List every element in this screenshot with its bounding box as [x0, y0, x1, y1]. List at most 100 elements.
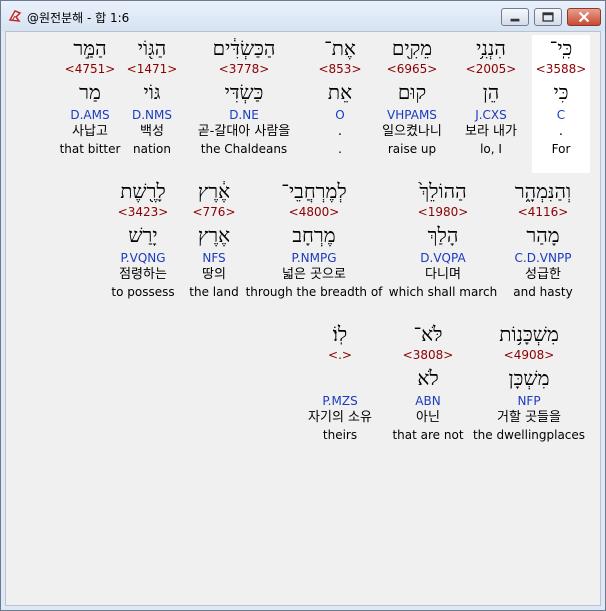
title-bar[interactable]: @원전분해 - 합 1:6 — [1, 1, 605, 31]
strong-number: <3778> — [218, 62, 270, 76]
hebrew-word: מִשְׁכָּנ֥וֹת — [499, 322, 559, 346]
parsing-code: C — [556, 108, 566, 122]
verse-analysis-panel: כִּֽי־ <3588> כִּי C . For הִנְנִ֥י <200… — [5, 31, 601, 606]
hebrew-root: קוּם — [397, 80, 427, 104]
english-gloss: through the breadth of — [245, 285, 383, 299]
word-cell-3[interactable]: מֵקִ֖ים <6965> קוּם VHPAMS 일으켰나니 raise u… — [374, 35, 450, 157]
word-cell-9[interactable]: הַהוֹלֵךְ֙ <1980> הָלַךְ D.VQPA 다니며 whic… — [384, 178, 502, 300]
english-gloss: to possess — [111, 285, 175, 299]
korean-gloss: 아닌 — [416, 410, 440, 425]
english-gloss: and hasty — [513, 285, 573, 299]
korean-gloss: 백성 — [140, 124, 164, 139]
hebrew-root: גּוֹי — [143, 80, 161, 104]
close-icon — [578, 11, 590, 23]
english-gloss: the Chaldeans — [200, 142, 288, 156]
strong-number: <6965> — [386, 62, 438, 76]
korean-gloss: . — [337, 124, 343, 139]
app-window: @원전분해 - 합 1:6 כִּֽי־ <3588> כִּי C . For… — [0, 0, 606, 611]
word-cell-7[interactable]: הַמַּ֣ר <4751> מַר D.AMS 사납고 that bitter — [58, 35, 122, 157]
window-title: @원전분해 - 합 1:6 — [27, 11, 130, 25]
app-logo-icon — [8, 10, 22, 22]
word-cell-11[interactable]: אֶ֔רֶץ <776> אֶרֶץ NFS 땅의 the land — [184, 178, 244, 300]
hebrew-word: לֽוֹ׃ — [332, 322, 348, 346]
strong-number: <776> — [192, 205, 236, 219]
word-cell-14[interactable]: לֹּא־ <3808> לֹא ABN 아닌 that are not — [386, 321, 470, 443]
korean-gloss: 자기의 소유 — [308, 410, 372, 425]
english-gloss: the dwellingplaces — [472, 428, 586, 442]
hebrew-root: כִּי — [553, 80, 569, 104]
strong-number: <3588> — [535, 62, 587, 76]
word-cell-1[interactable]: כִּֽי־ <3588> כִּי C . For — [532, 35, 590, 173]
hebrew-root: מִשְׁכָּן — [508, 366, 550, 390]
strong-number: <4751> — [64, 62, 116, 76]
english-gloss: For — [551, 142, 571, 156]
hebrew-word: הַמַּ֣ר — [73, 36, 107, 60]
parsing-code: C.D.VNPP — [514, 251, 572, 265]
english-gloss: which shall march — [388, 285, 498, 299]
hebrew-root: יָרַשׁ — [128, 223, 158, 247]
parsing-code: J.CXS — [475, 108, 507, 122]
hebrew-root: מַר — [79, 80, 101, 104]
korean-gloss: . — [558, 124, 564, 139]
close-button[interactable] — [567, 8, 601, 26]
strong-number: <4908> — [503, 348, 555, 362]
korean-gloss: 넓은 곳으로 — [282, 267, 346, 282]
english-gloss: . — [338, 142, 342, 156]
strong-number: <4116> — [517, 205, 569, 219]
parsing-code: D.NMS — [131, 108, 172, 122]
maximize-button[interactable] — [534, 8, 562, 26]
word-cell-5[interactable]: הַכַּשְׂדִּ֔ים <3778> כַּשְׂדִּי D.NE 곧-… — [182, 35, 306, 157]
word-cell-2[interactable]: הִנְנִ֥י <2005> הֵן J.CXS 보라 내가 lo, I — [452, 35, 530, 157]
hebrew-root — [294, 365, 386, 391]
hebrew-root: כַּשְׂדִּי — [224, 80, 264, 104]
korean-gloss: 사납고 — [72, 124, 108, 139]
hebrew-word: אֶת־ — [324, 36, 356, 60]
minimize-icon — [510, 18, 520, 22]
korean-gloss: 거할 곳들을 — [497, 410, 561, 425]
hebrew-root: אֵת — [327, 80, 353, 104]
hebrew-word: לָרֶ֖שֶׁת — [120, 179, 166, 203]
word-cell-13[interactable]: מִשְׁכָּנ֥וֹת <4908> מִשְׁכָּן NFP 거할 곳들… — [468, 321, 590, 443]
hebrew-word: מֵקִ֖ים — [391, 36, 433, 60]
word-cell-8[interactable]: וְהַנִּמְהָ֑ר <4116> מָהַר C.D.VNPP 성급한 … — [496, 178, 590, 300]
hebrew-root: מֶרְחָב — [292, 223, 336, 247]
strong-number: <2005> — [465, 62, 517, 76]
korean-gloss: 곧-갈대아 사람을 — [197, 124, 291, 139]
english-gloss: that bitter — [59, 142, 121, 156]
english-gloss: theirs — [322, 428, 358, 442]
hebrew-word: הַכַּשְׂדִּ֔ים — [212, 36, 276, 60]
korean-gloss: 성급한 — [525, 267, 561, 282]
minimize-button[interactable] — [501, 8, 529, 26]
english-gloss: nation — [133, 142, 171, 156]
strong-number: <1471> — [126, 62, 178, 76]
strong-number: <3423> — [117, 205, 169, 219]
word-cell-4[interactable]: אֶת־ <853> אֵת O . . — [312, 35, 368, 157]
parsing-code: D.VQPA — [420, 251, 466, 265]
korean-gloss: 다니며 — [425, 267, 461, 282]
strong-number: <3808> — [402, 348, 454, 362]
strong-number: <.> — [328, 348, 352, 362]
hebrew-word: לְמֶרְחֲבֵי־ — [281, 179, 347, 203]
word-cell-10[interactable]: לְמֶרְחֲבֵי־ <4800> מֶרְחָב P.NMPG 넓은 곳으… — [244, 178, 384, 300]
korean-gloss: 땅의 — [202, 267, 226, 282]
english-gloss: that are not — [392, 428, 464, 442]
hebrew-root: הָלַךְ — [427, 223, 459, 247]
parsing-code: P.VQNG — [120, 251, 166, 265]
hebrew-root: הֵן — [482, 80, 500, 104]
parsing-code: P.NMPG — [291, 251, 337, 265]
hebrew-word: אֶ֔רֶץ — [197, 179, 231, 203]
word-cell-6[interactable]: הַגּ֖וֹי <1471> גּוֹי D.NMS 백성 nation — [126, 35, 178, 157]
korean-gloss: 점령하는 — [119, 267, 167, 282]
parsing-code: NFP — [517, 394, 541, 408]
parsing-code: VHPAMS — [387, 108, 437, 122]
maximize-icon — [542, 12, 554, 22]
korean-gloss: 일으켰나니 — [382, 124, 442, 139]
strong-number: <1980> — [417, 205, 469, 219]
parsing-code: P.MZS — [322, 394, 358, 408]
hebrew-word: הַגּ֖וֹי — [137, 36, 167, 60]
english-gloss: raise up — [387, 142, 437, 156]
word-cell-15[interactable]: לֽוֹ׃ <.> P.MZS 자기의 소유 theirs — [294, 321, 386, 443]
hebrew-word: וְהַנִּמְהָ֑ר — [514, 179, 572, 203]
word-cell-12[interactable]: לָרֶ֖שֶׁת <3423> יָרַשׁ P.VQNG 점령하는 to p… — [106, 178, 180, 300]
hebrew-root: מָהַר — [526, 223, 560, 247]
